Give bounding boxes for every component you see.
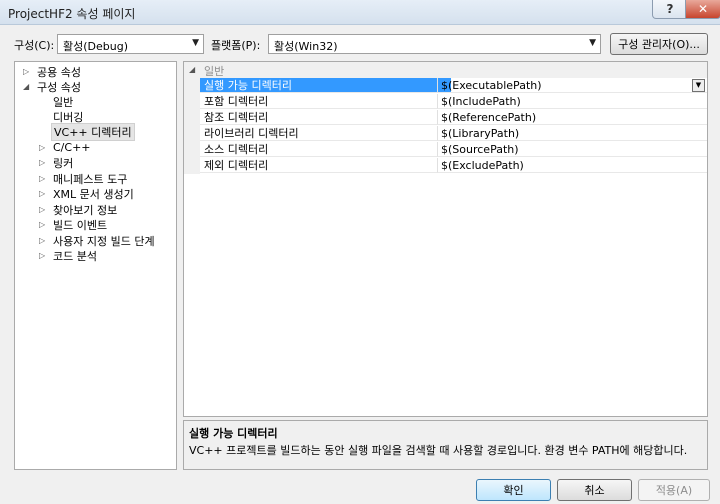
grid-category-general[interactable]: ◢ 일반 (184, 62, 707, 78)
tree-item-label: 매니페스트 도구 (53, 172, 128, 186)
expand-icon[interactable]: ▷ (39, 174, 51, 183)
chevron-down-icon[interactable]: ▼ (692, 79, 705, 92)
property-value[interactable]: $(ReferencePath) (437, 110, 707, 125)
collapse-icon[interactable]: ◢ (23, 82, 35, 91)
help-icon: ? (666, 2, 674, 16)
expand-icon[interactable]: ▷ (39, 189, 51, 198)
property-value[interactable]: $(LibraryPath) (437, 126, 707, 141)
platform-label: 플랫폼(P): (211, 39, 261, 52)
property-name: 참조 디렉터리 (200, 110, 451, 125)
description-text: VC++ 프로젝트를 빌드하는 동안 실행 파일을 검색할 때 사용할 경로입니… (189, 444, 688, 457)
tree-item-xml-doc-generator[interactable]: ▷ XML 문서 생성기 (39, 186, 136, 201)
property-name: 실행 가능 디렉터리 (200, 78, 451, 93)
tree-item-general[interactable]: 일반 (39, 94, 75, 109)
tree-item-label: VC++ 디렉터리 (51, 122, 135, 141)
tree-item-label: C/C++ (53, 141, 91, 154)
tree-item-label: 찾아보기 정보 (53, 203, 118, 217)
tree-item-label: 구성 속성 (37, 80, 81, 94)
property-name: 제외 디렉터리 (200, 158, 451, 173)
property-value[interactable]: $(IncludePath) (437, 94, 707, 109)
tree-item-vc-directories[interactable]: VC++ 디렉터리 (39, 122, 135, 141)
grid-row-library-dirs[interactable]: 라이브러리 디렉터리 $(LibraryPath) (184, 126, 707, 142)
tree-item-label: XML 문서 생성기 (53, 187, 134, 201)
category-label: 일반 (204, 65, 225, 78)
tree-item-custom-build-step[interactable]: ▷ 사용자 지정 빌드 단계 (39, 233, 157, 248)
expand-icon[interactable]: ▷ (39, 158, 51, 167)
config-value: 활성(Debug) (63, 40, 128, 53)
close-icon: ✕ (697, 2, 709, 16)
tree-item-label: 코드 분석 (53, 249, 97, 263)
grid-row-exclude-dirs[interactable]: 제외 디렉터리 $(ExcludePath) (184, 158, 707, 174)
config-label: 구성(C): (14, 39, 55, 52)
property-name: 포함 디렉터리 (200, 94, 451, 109)
description-pane: 실행 가능 디렉터리 VC++ 프로젝트를 빌드하는 동안 실행 파일을 검색할… (183, 420, 708, 470)
expand-icon[interactable]: ▷ (39, 205, 51, 214)
grid-row-executable-dirs[interactable]: 실행 가능 디렉터리 $(ExecutablePath) ▼ (184, 78, 707, 94)
tree-item-label: 공용 속성 (37, 65, 81, 79)
expand-icon[interactable]: ▷ (39, 143, 51, 152)
tree-item-manifest-tool[interactable]: ▷ 매니페스트 도구 (39, 171, 129, 186)
platform-value: 활성(Win32) (274, 40, 338, 53)
tree-item-c-cpp[interactable]: ▷ C/C++ (39, 140, 93, 155)
tree-item-label: 빌드 이벤트 (53, 218, 108, 232)
chevron-down-icon: ▼ (589, 38, 596, 48)
property-value[interactable]: $(ExcludePath) (437, 158, 707, 173)
ok-button[interactable]: 확인 (476, 479, 551, 501)
expand-icon[interactable]: ▷ (23, 67, 35, 76)
apply-button[interactable]: 적용(A) (638, 479, 710, 501)
close-button[interactable]: ✕ (685, 0, 720, 19)
grid-row-source-dirs[interactable]: 소스 디렉터리 $(SourcePath) (184, 142, 707, 158)
property-grid: ◢ 일반 실행 가능 디렉터리 $(ExecutablePath) ▼ 포함 디… (183, 61, 708, 417)
property-name: 소스 디렉터리 (200, 142, 451, 157)
config-dropdown[interactable]: 활성(Debug) ▼ (57, 34, 204, 54)
window-title: ProjectHF2 속성 페이지 (8, 7, 136, 21)
tree-item-linker[interactable]: ▷ 링커 (39, 155, 75, 170)
platform-dropdown[interactable]: 활성(Win32) ▼ (268, 34, 601, 54)
tree-item-browse-info[interactable]: ▷ 찾아보기 정보 (39, 202, 119, 217)
config-manager-button[interactable]: 구성 관리자(O)... (610, 33, 708, 55)
tree-item-label: 링커 (53, 156, 74, 170)
title-bar: ProjectHF2 속성 페이지 ? ✕ (0, 0, 720, 25)
tree-item-label: 사용자 지정 빌드 단계 (53, 234, 155, 248)
property-name: 라이브러리 디렉터리 (200, 126, 451, 141)
tree-item-common-properties[interactable]: ▷ 공용 속성 (23, 64, 83, 79)
grid-row-include-dirs[interactable]: 포함 디렉터리 $(IncludePath) (184, 94, 707, 110)
property-tree: ▷ 공용 속성 ◢ 구성 속성 일반 디버깅 VC++ 디렉터리 ▷ C/C++… (14, 61, 177, 470)
tree-item-build-events[interactable]: ▷ 빌드 이벤트 (39, 217, 109, 232)
tree-item-config-properties[interactable]: ◢ 구성 속성 (23, 79, 83, 94)
tree-item-label: 일반 (53, 95, 74, 109)
grid-row-reference-dirs[interactable]: 참조 디렉터리 $(ReferencePath) (184, 110, 707, 126)
tree-item-code-analysis[interactable]: ▷ 코드 분석 (39, 248, 99, 263)
description-title: 실행 가능 디렉터리 (189, 427, 278, 440)
expand-icon[interactable]: ▷ (39, 251, 51, 260)
chevron-down-icon: ▼ (192, 38, 199, 48)
property-value[interactable]: $(ExecutablePath) ▼ (437, 78, 707, 93)
expand-icon[interactable]: ▷ (39, 236, 51, 245)
property-value[interactable]: $(SourcePath) (437, 142, 707, 157)
help-button[interactable]: ? (652, 0, 688, 19)
collapse-icon[interactable]: ◢ (189, 65, 195, 74)
cancel-button[interactable]: 취소 (557, 479, 632, 501)
expand-icon[interactable]: ▷ (39, 220, 51, 229)
